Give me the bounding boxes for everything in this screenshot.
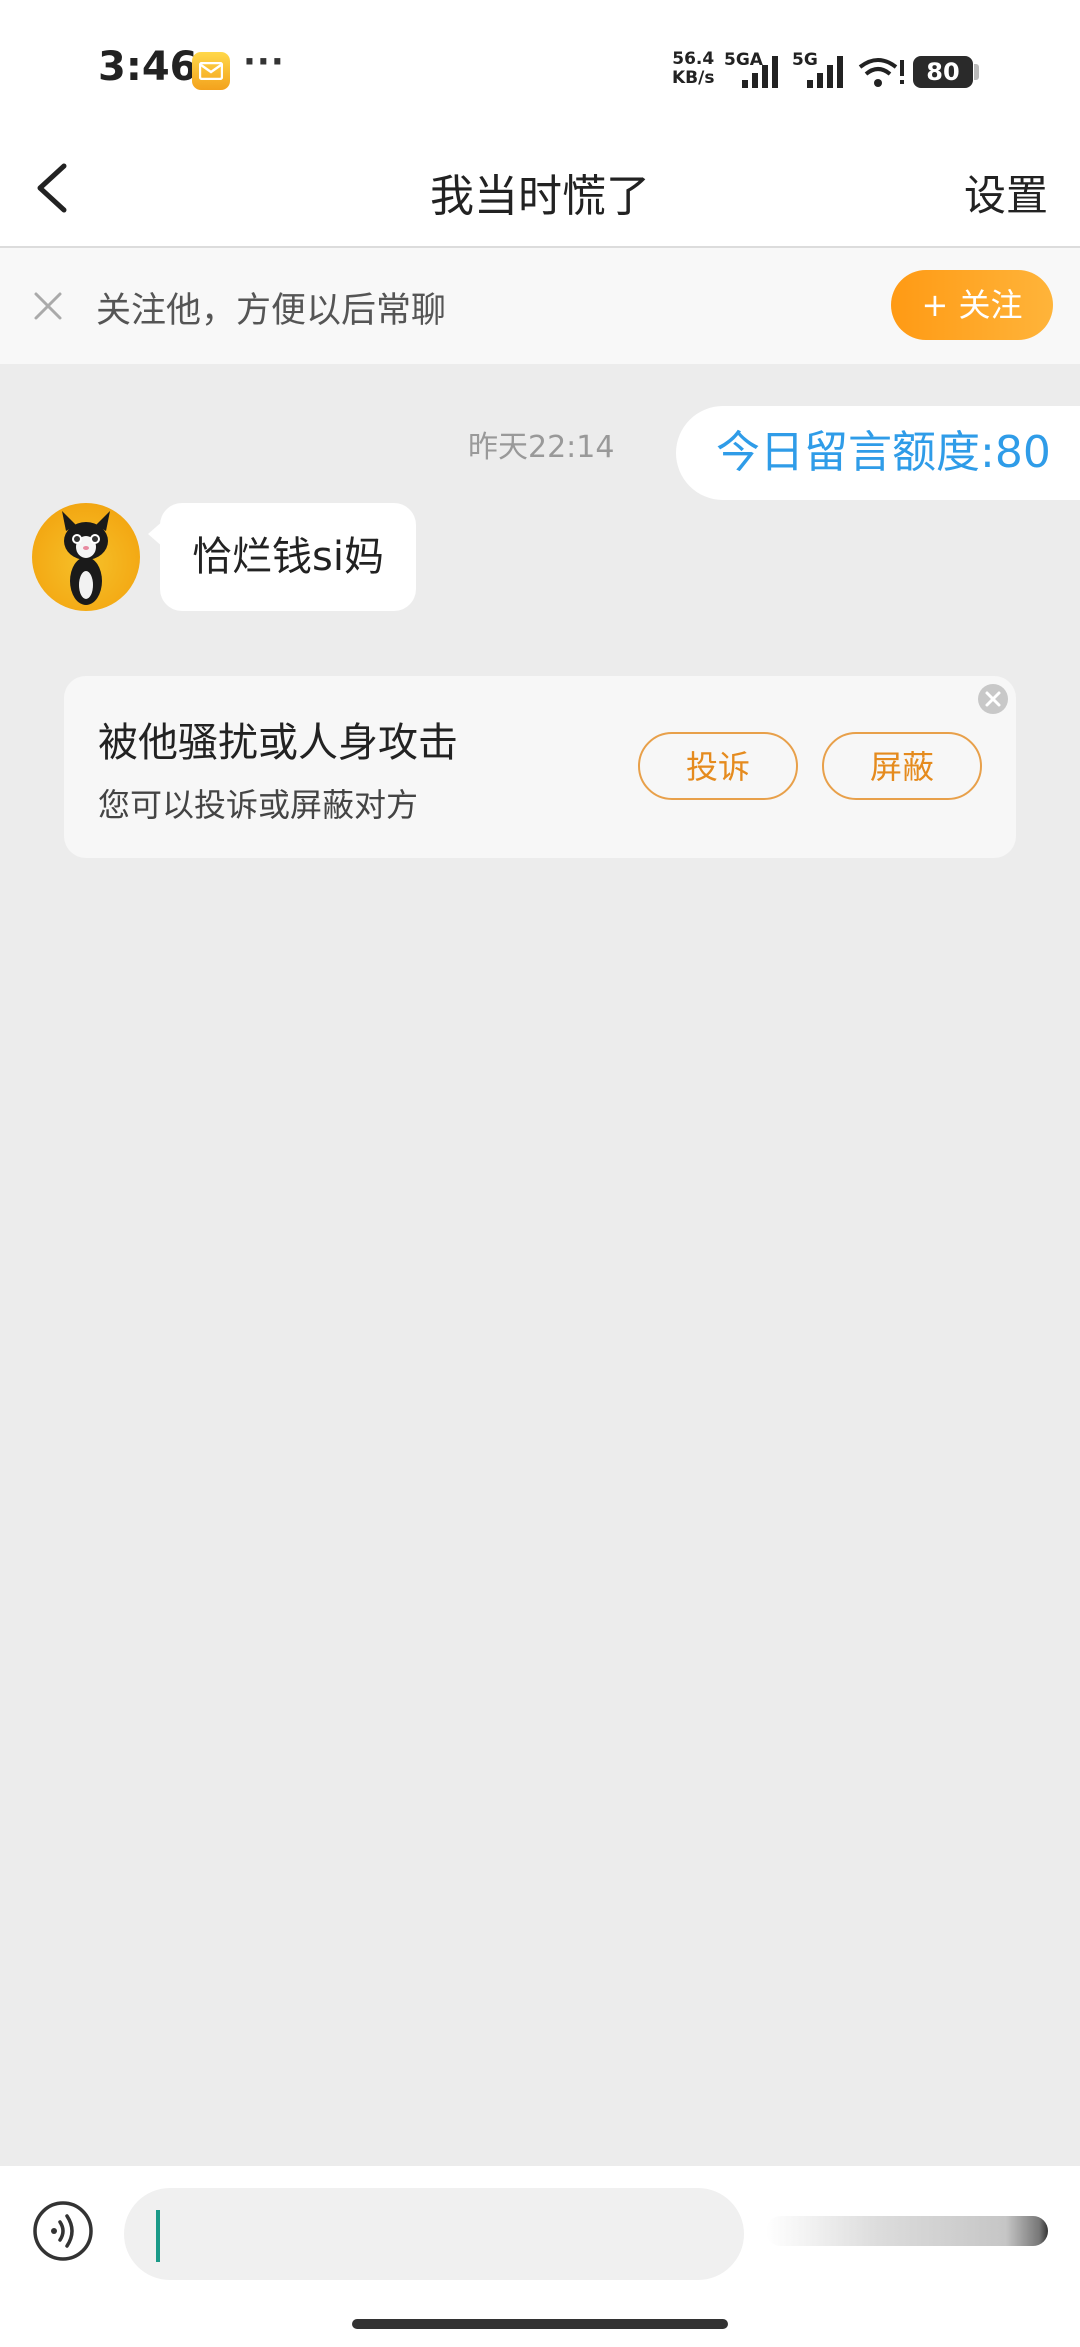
card-close-icon[interactable]: [976, 682, 1010, 716]
signal-icon-2: [807, 56, 843, 88]
block-button[interactable]: 屏蔽: [822, 732, 982, 800]
wifi-icon: [858, 58, 904, 87]
quota-bubble: 今日留言额度:80: [676, 406, 1080, 500]
status-bar: 3:46 ··· 56.4 KB/s 5GA 5G 80: [0, 0, 1080, 130]
status-time: 3:46: [98, 44, 198, 90]
text-cursor: [156, 2210, 160, 2262]
message-timestamp: 昨天22:14: [468, 430, 615, 465]
top-header: 我当时慌了 设置: [0, 130, 1080, 248]
send-area[interactable]: [766, 2216, 1048, 2246]
avatar[interactable]: [32, 503, 140, 611]
more-notifications-icon: ···: [243, 42, 285, 82]
home-indicator[interactable]: [352, 2319, 728, 2329]
report-card-subtitle: 您可以投诉或屏蔽对方: [98, 786, 419, 824]
follow-prompt-text: 关注他，方便以后常聊: [96, 291, 447, 331]
report-card-title: 被他骚扰或人身攻击: [98, 720, 458, 766]
message-input[interactable]: [124, 2188, 744, 2280]
page-title: 我当时慌了: [430, 171, 650, 222]
follow-button[interactable]: + 关注: [891, 270, 1053, 340]
incoming-message[interactable]: 恰烂钱si妈: [160, 503, 416, 611]
battery-indicator: 80: [913, 56, 973, 88]
settings-button[interactable]: 设置: [964, 162, 1048, 223]
close-icon[interactable]: [28, 286, 68, 326]
network-speed: 56.4 KB/s: [672, 49, 715, 88]
mail-icon: [192, 52, 230, 90]
signal-icon: [742, 56, 778, 88]
voice-icon[interactable]: [32, 2200, 94, 2262]
battery-tip: [974, 64, 979, 80]
complain-button[interactable]: 投诉: [638, 732, 798, 800]
cat-avatar-image: [62, 511, 110, 605]
follow-banner: 关注他，方便以后常聊 + 关注: [0, 248, 1080, 364]
